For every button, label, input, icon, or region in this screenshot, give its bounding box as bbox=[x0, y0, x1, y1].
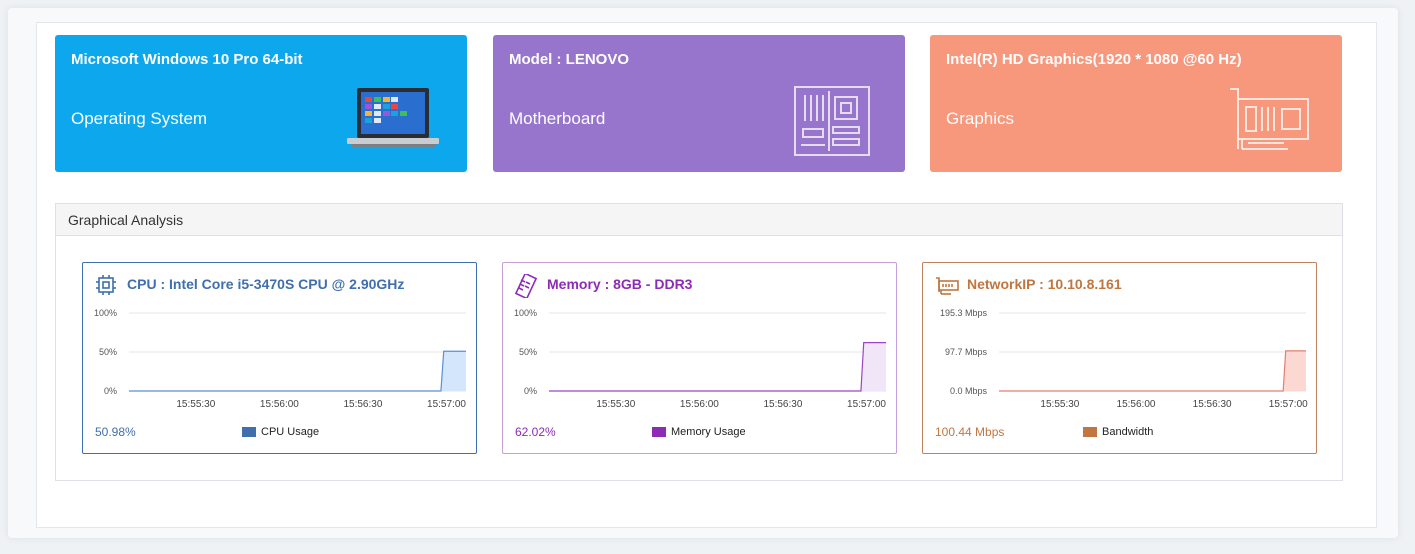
x-tick-label: 15:56:30 bbox=[1193, 399, 1232, 410]
x-tick-label: 15:55:30 bbox=[1040, 399, 1079, 410]
legend-swatch bbox=[1083, 427, 1097, 437]
legend-label: Memory Usage bbox=[671, 426, 746, 438]
x-tick-label: 15:55:30 bbox=[596, 399, 635, 410]
network-card-icon bbox=[935, 274, 959, 301]
x-tick-label: 15:57:00 bbox=[1269, 399, 1308, 410]
network-monitor: NetworkIP : 10.10.8.161 0.0 Mbps 97.7 Mbp… bbox=[922, 262, 1317, 454]
x-tick-label: 15:56:00 bbox=[1117, 399, 1156, 410]
series-area bbox=[549, 342, 886, 391]
os-card-title: Microsoft Windows 10 Pro 64-bit bbox=[71, 51, 303, 68]
y-tick-label: 0% bbox=[524, 386, 537, 396]
laptop-icon bbox=[345, 85, 441, 156]
motherboard-card: Model : LENOVO Motherboard bbox=[493, 35, 905, 172]
graphics-card-title: Intel(R) HD Graphics(1920 * 1080 @60 Hz) bbox=[946, 51, 1242, 68]
bandwidth-value: 100.44 Mbps bbox=[935, 425, 1005, 439]
memory-usage-chart: 0% 50% 100% 15:55:30 15:56:00 15:56:30 15:57:0… bbox=[514, 308, 886, 410]
x-tick-label: 15:56:00 bbox=[260, 399, 299, 410]
ram-icon bbox=[514, 272, 538, 303]
series-line bbox=[549, 342, 886, 392]
memory-usage-legend: Memory Usage bbox=[652, 426, 746, 438]
motherboard-card-title: Model : LENOVO bbox=[509, 51, 629, 68]
y-tick-label: 100% bbox=[514, 308, 537, 318]
y-tick-label: 0.0 Mbps bbox=[950, 386, 988, 396]
bandwidth-chart: 0.0 Mbps 97.7 Mbps 195.3 Mbps 15:55:30 15:56… bbox=[940, 308, 1308, 410]
series-area bbox=[129, 351, 466, 391]
legend-swatch bbox=[652, 427, 666, 437]
cpu-usage-legend: CPU Usage bbox=[242, 426, 319, 438]
graphics-card-subtitle: Graphics bbox=[946, 109, 1015, 128]
legend-label: CPU Usage bbox=[261, 426, 320, 438]
legend-swatch bbox=[242, 427, 256, 437]
y-tick-label: 50% bbox=[519, 347, 537, 357]
memory-monitor-title: Memory : 8GB - DDR3 bbox=[547, 276, 693, 292]
series-line bbox=[999, 350, 1306, 392]
x-tick-label: 15:56:30 bbox=[763, 399, 802, 410]
cpu-usage-chart: 0% 50% 100% 15:55:30 15:56:00 15:56:30 15:57:0… bbox=[94, 308, 466, 410]
bandwidth-legend: Bandwidth bbox=[1083, 426, 1153, 438]
x-tick-label: 15:56:00 bbox=[680, 399, 719, 410]
graphics-card: Intel(R) HD Graphics(1920 * 1080 @60 Hz)… bbox=[930, 35, 1342, 172]
y-tick-label: 50% bbox=[99, 347, 117, 357]
os-card-subtitle: Operating System bbox=[71, 109, 208, 128]
os-card: Microsoft Windows 10 Pro 64-bit Operatin… bbox=[55, 35, 467, 172]
graphical-analysis-title: Graphical Analysis bbox=[56, 204, 1342, 236]
series-line bbox=[129, 350, 466, 392]
cpu-usage-value: 50.98% bbox=[95, 425, 136, 439]
cpu-icon bbox=[95, 274, 117, 301]
legend-label: Bandwidth bbox=[1102, 426, 1154, 438]
y-tick-label: 0% bbox=[104, 386, 117, 396]
network-monitor-title: NetworkIP : 10.10.8.161 bbox=[967, 276, 1122, 292]
x-tick-label: 15:55:30 bbox=[176, 399, 215, 410]
x-tick-label: 15:57:00 bbox=[847, 399, 886, 410]
x-tick-label: 15:57:00 bbox=[427, 399, 466, 410]
series-area bbox=[999, 350, 1306, 391]
motherboard-card-subtitle: Motherboard bbox=[509, 109, 606, 128]
cpu-monitor-title: CPU : Intel Core i5-3470S CPU @ 2.90GHz bbox=[127, 276, 405, 292]
y-tick-label: 97.7 Mbps bbox=[945, 347, 988, 357]
y-tick-label: 100% bbox=[94, 308, 117, 318]
y-tick-label: 195.3 Mbps bbox=[940, 308, 988, 318]
memory-monitor: Memory : 8GB - DDR3 0% 50% 100% 15:55:30 15:… bbox=[502, 262, 897, 454]
cpu-monitor: CPU : Intel Core i5-3470S CPU @ 2.90GHz … bbox=[82, 262, 477, 454]
graphical-analysis-panel: Graphical Analysis CPU : Intel Core i5-3… bbox=[55, 203, 1343, 481]
memory-usage-value: 62.02% bbox=[515, 425, 556, 439]
motherboard-icon bbox=[793, 85, 871, 162]
graphics-card-icon bbox=[1228, 87, 1310, 160]
x-tick-label: 15:56:30 bbox=[343, 399, 382, 410]
